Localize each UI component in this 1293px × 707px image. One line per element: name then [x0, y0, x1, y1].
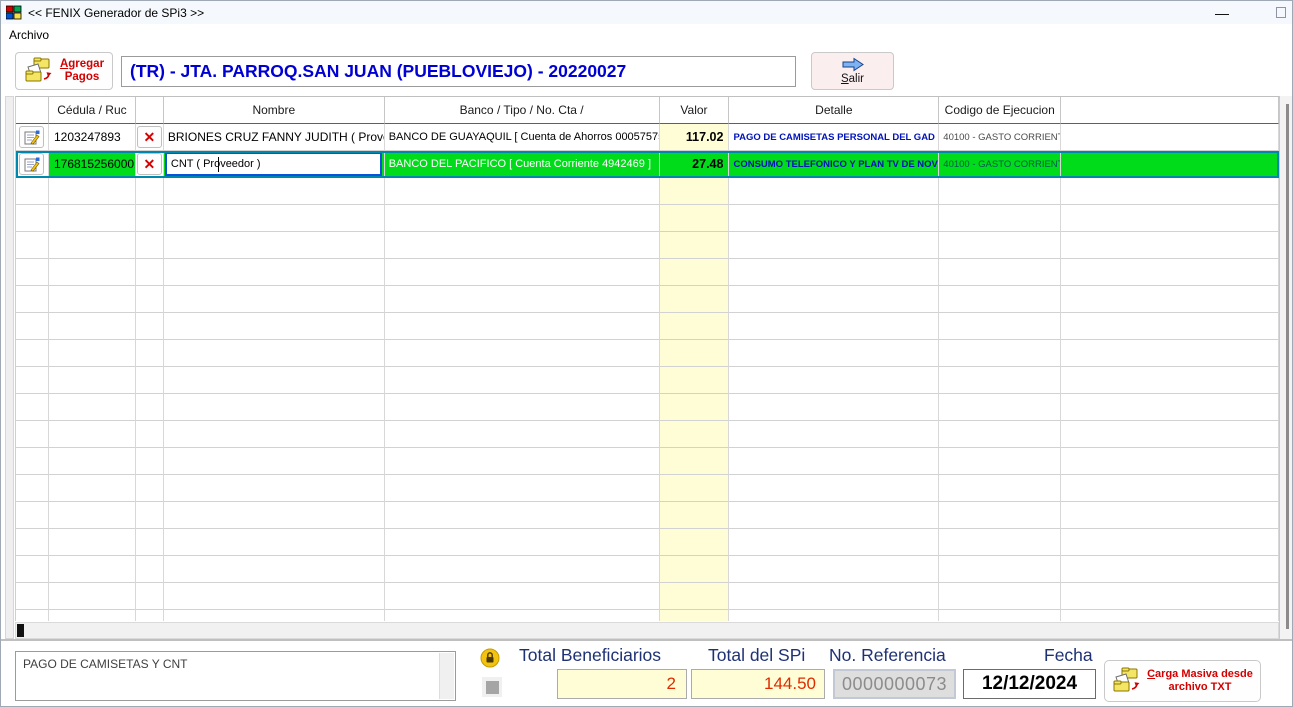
total-beneficiarios-field: 2 [557, 669, 687, 699]
entity-title-field[interactable]: (TR) - JTA. PARROQ.SAN JUAN (PUEBLOVIEJO… [121, 56, 796, 87]
table-row-empty [16, 313, 1279, 340]
salir-icon [841, 57, 865, 72]
cell-extra [1061, 151, 1279, 178]
delete-row-button[interactable]: ✕ [137, 153, 162, 175]
table-row: 1203247893 ✕ BRIONES CRUZ FANNY JUDITH (… [16, 124, 1279, 151]
edit-row-button[interactable] [19, 153, 44, 175]
table-row-empty [16, 610, 1279, 621]
grid-header-row: Cédula / Ruc Nombre Banco / Tipo / No. C… [16, 97, 1279, 124]
table-row-empty [16, 340, 1279, 367]
restore-button[interactable] [1266, 1, 1293, 24]
table-row-selected: 1768152560001 ✕ CNT ( Proveedor ) BANCO … [16, 151, 1279, 178]
table-row-empty [16, 529, 1279, 556]
square-icon [486, 681, 499, 694]
fecha-field[interactable]: 12/12/2024 [963, 669, 1096, 699]
edit-row-icon [24, 157, 40, 172]
cell-nombre[interactable]: BRIONES CRUZ FANNY JUDITH ( Proveedor ) [164, 124, 385, 151]
cell-codigo[interactable]: 40100 - GASTO CORRIENTE [939, 151, 1061, 178]
delete-row-button[interactable]: ✕ [137, 126, 162, 148]
cell-extra [1061, 124, 1279, 151]
minimize-icon: — [1215, 5, 1229, 21]
description-text: PAGO DE CAMISETAS Y CNT [23, 657, 187, 671]
grid-vertical-scrollbar[interactable] [1279, 96, 1293, 639]
cell-banco[interactable]: BANCO DEL PACIFICO [ Cuenta Corriente 49… [385, 151, 660, 178]
edit-row-icon [24, 130, 40, 145]
cell-cedula[interactable]: 1203247893 [49, 124, 136, 151]
gray-square-button[interactable] [482, 677, 502, 697]
salir-label: Salir [841, 73, 864, 85]
window-title: << FENIX Generador de SPi3 >> [28, 6, 204, 20]
table-row-empty [16, 232, 1279, 259]
table-row-empty [16, 394, 1279, 421]
description-textarea[interactable]: PAGO DE CAMISETAS Y CNT [15, 651, 456, 701]
salir-button[interactable]: Salir [811, 52, 894, 90]
agregar-pagos-label: Agregar Pagos [60, 58, 104, 84]
lock-icon [480, 648, 500, 668]
menu-archivo[interactable]: Archivo [1, 26, 57, 44]
table-row-empty [16, 367, 1279, 394]
menu-bar: Archivo [1, 24, 1292, 45]
lock-button[interactable] [480, 648, 500, 668]
edit-row-button[interactable] [19, 126, 44, 148]
toolbar: Agregar Pagos (TR) - JTA. PARROQ.SAN JUA… [1, 45, 1292, 96]
cell-banco[interactable]: BANCO DE GUAYAQUIL [ Cuenta de Ahorros 0… [385, 124, 660, 151]
scrollbar-thumb[interactable] [17, 624, 24, 637]
agregar-pagos-button[interactable]: Agregar Pagos [15, 52, 113, 90]
table-row-empty [16, 583, 1279, 610]
text-cursor [218, 157, 219, 172]
cell-codigo[interactable]: 40100 - GASTO CORRIENTE [939, 124, 1061, 151]
footer-panel: PAGO DE CAMISETAS Y CNT Total Beneficiar… [1, 641, 1292, 707]
agregar-pagos-icon [24, 57, 54, 85]
table-row-empty [16, 502, 1279, 529]
grid-header-banco: Banco / Tipo / No. Cta / [385, 97, 660, 124]
cell-cedula[interactable]: 1768152560001 [49, 151, 136, 178]
grid-header-delete [136, 97, 164, 124]
cell-detalle[interactable]: CONSUMO TELEFONICO Y PLAN TV DE NOVIEMBR… [733, 159, 939, 170]
total-spi-label: Total del SPi [708, 645, 805, 666]
table-row-empty [16, 421, 1279, 448]
nombre-edit-input[interactable]: CNT ( Proveedor ) [165, 152, 382, 176]
total-spi-field: 144.50 [691, 669, 825, 699]
cell-valor[interactable]: 117.02 [660, 124, 730, 151]
delete-row-icon: ✕ [144, 130, 156, 144]
table-row-empty [16, 475, 1279, 502]
carga-masiva-button[interactable]: Carga Masiva desde archivo TXT [1104, 660, 1261, 702]
no-referencia-label: No. Referencia [829, 645, 946, 666]
restore-icon [1276, 7, 1286, 18]
table-row-empty [16, 286, 1279, 313]
table-row-empty [16, 556, 1279, 583]
grid-header-nombre: Nombre [164, 97, 385, 124]
table-row-empty [16, 178, 1279, 205]
carga-masiva-icon [1112, 667, 1142, 695]
minimize-button[interactable]: — [1207, 1, 1237, 24]
grid-header-edit [16, 97, 49, 124]
delete-row-icon: ✕ [144, 157, 156, 171]
app-window: << FENIX Generador de SPi3 >> — Archivo [0, 0, 1293, 707]
no-referencia-field: 0000000073 [833, 669, 956, 699]
description-scrollbar[interactable] [439, 653, 454, 699]
grid-horizontal-scrollbar[interactable] [15, 622, 1279, 639]
carga-masiva-label: Carga Masiva desde archivo TXT [1147, 668, 1253, 693]
table-row-empty [16, 205, 1279, 232]
payments-grid: Cédula / Ruc Nombre Banco / Tipo / No. C… [15, 96, 1279, 621]
scrollbar-thumb[interactable] [1286, 104, 1289, 629]
grid-header-detalle: Detalle [729, 97, 939, 124]
grid-header-extra [1061, 97, 1279, 124]
grid-header-valor: Valor [660, 97, 730, 124]
table-row-empty [16, 259, 1279, 286]
grid-filler-rows [16, 178, 1279, 621]
fecha-label: Fecha [1044, 645, 1093, 666]
cell-valor[interactable]: 27.48 [660, 151, 730, 178]
app-icon [6, 5, 22, 21]
grid-left-margin [5, 96, 14, 639]
grid-header-cedula: Cédula / Ruc [49, 97, 136, 124]
table-row-empty [16, 448, 1279, 475]
cell-detalle[interactable]: PAGO DE CAMISETAS PERSONAL DEL GAD [733, 132, 934, 143]
total-beneficiarios-label: Total Beneficiarios [519, 645, 661, 666]
grid-header-codigo: Codigo de Ejecucion [939, 97, 1061, 124]
title-bar: << FENIX Generador de SPi3 >> — [1, 1, 1292, 24]
